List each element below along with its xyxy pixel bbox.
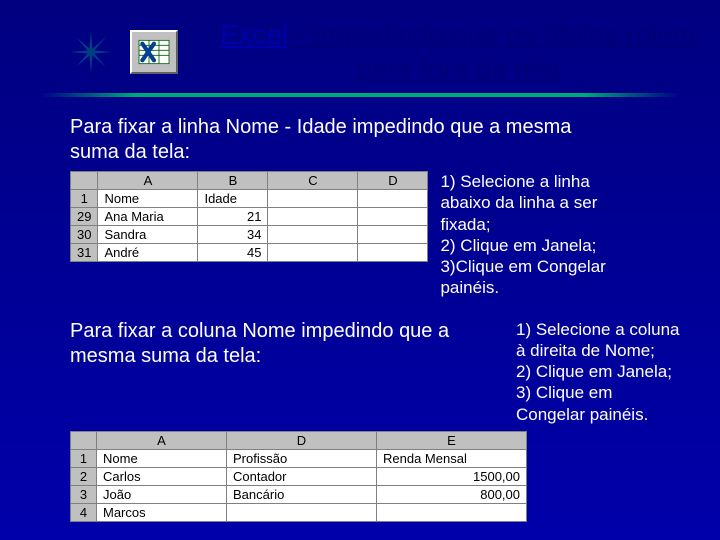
table-row: 1 Nome Profissão Renda Mensal (71, 449, 527, 467)
col-header: A (98, 172, 198, 190)
col-header: C (268, 172, 358, 190)
col-header: E (377, 431, 527, 449)
table-row: 4 Marcos (71, 503, 527, 521)
col-header: A (97, 431, 227, 449)
table-row: 2 Carlos Contador 1500,00 (71, 467, 527, 485)
star-icon (70, 31, 112, 73)
col-header: D (227, 431, 377, 449)
section1-intro-block: Para fixar a linha Nome - Idade impedind… (70, 115, 686, 165)
section2-steps: 1) Selecione a coluna à direita de Nome;… (516, 319, 686, 425)
section2-intro: Para fixar a coluna Nome impedindo que a… (70, 319, 504, 369)
table-row: 29 Ana Maria 21 (71, 208, 428, 226)
table-row: 30 Sandra 34 (71, 226, 428, 244)
table-row: 3 João Bancário 800,00 (71, 485, 527, 503)
section1-table: A B C D 1 Nome Idade 29 Ana Maria 21 30 (70, 171, 428, 262)
title-excel: Excel (220, 19, 288, 50)
section1-row: A B C D 1 Nome Idade 29 Ana Maria 21 30 (70, 171, 686, 299)
table-row: 1 Nome Idade (71, 190, 428, 208)
slide-title: Excel - Impedindo que os títulos rolem p… (196, 18, 720, 85)
section1-steps: 1) Selecione a linha abaixo da linha a s… (440, 171, 630, 299)
section1-intro: Para fixar a linha Nome - Idade impedind… (70, 115, 590, 165)
table-corner (71, 431, 97, 449)
title-row: Excel - Impedindo que os títulos rolem p… (0, 0, 720, 85)
title-rest: - Impedindo que os títulos rolem para fo… (288, 19, 696, 84)
section2: Para fixar a coluna Nome impedindo que a… (70, 319, 686, 522)
slide-body: Para fixar a linha Nome - Idade impedind… (0, 97, 720, 522)
excel-icon (130, 30, 178, 74)
col-header: D (358, 172, 428, 190)
section2-table: A D E 1 Nome Profissão Renda Mensal 2 Ca… (70, 431, 527, 522)
table-corner (71, 172, 98, 190)
col-header: B (198, 172, 268, 190)
table-row: 31 André 45 (71, 244, 428, 262)
